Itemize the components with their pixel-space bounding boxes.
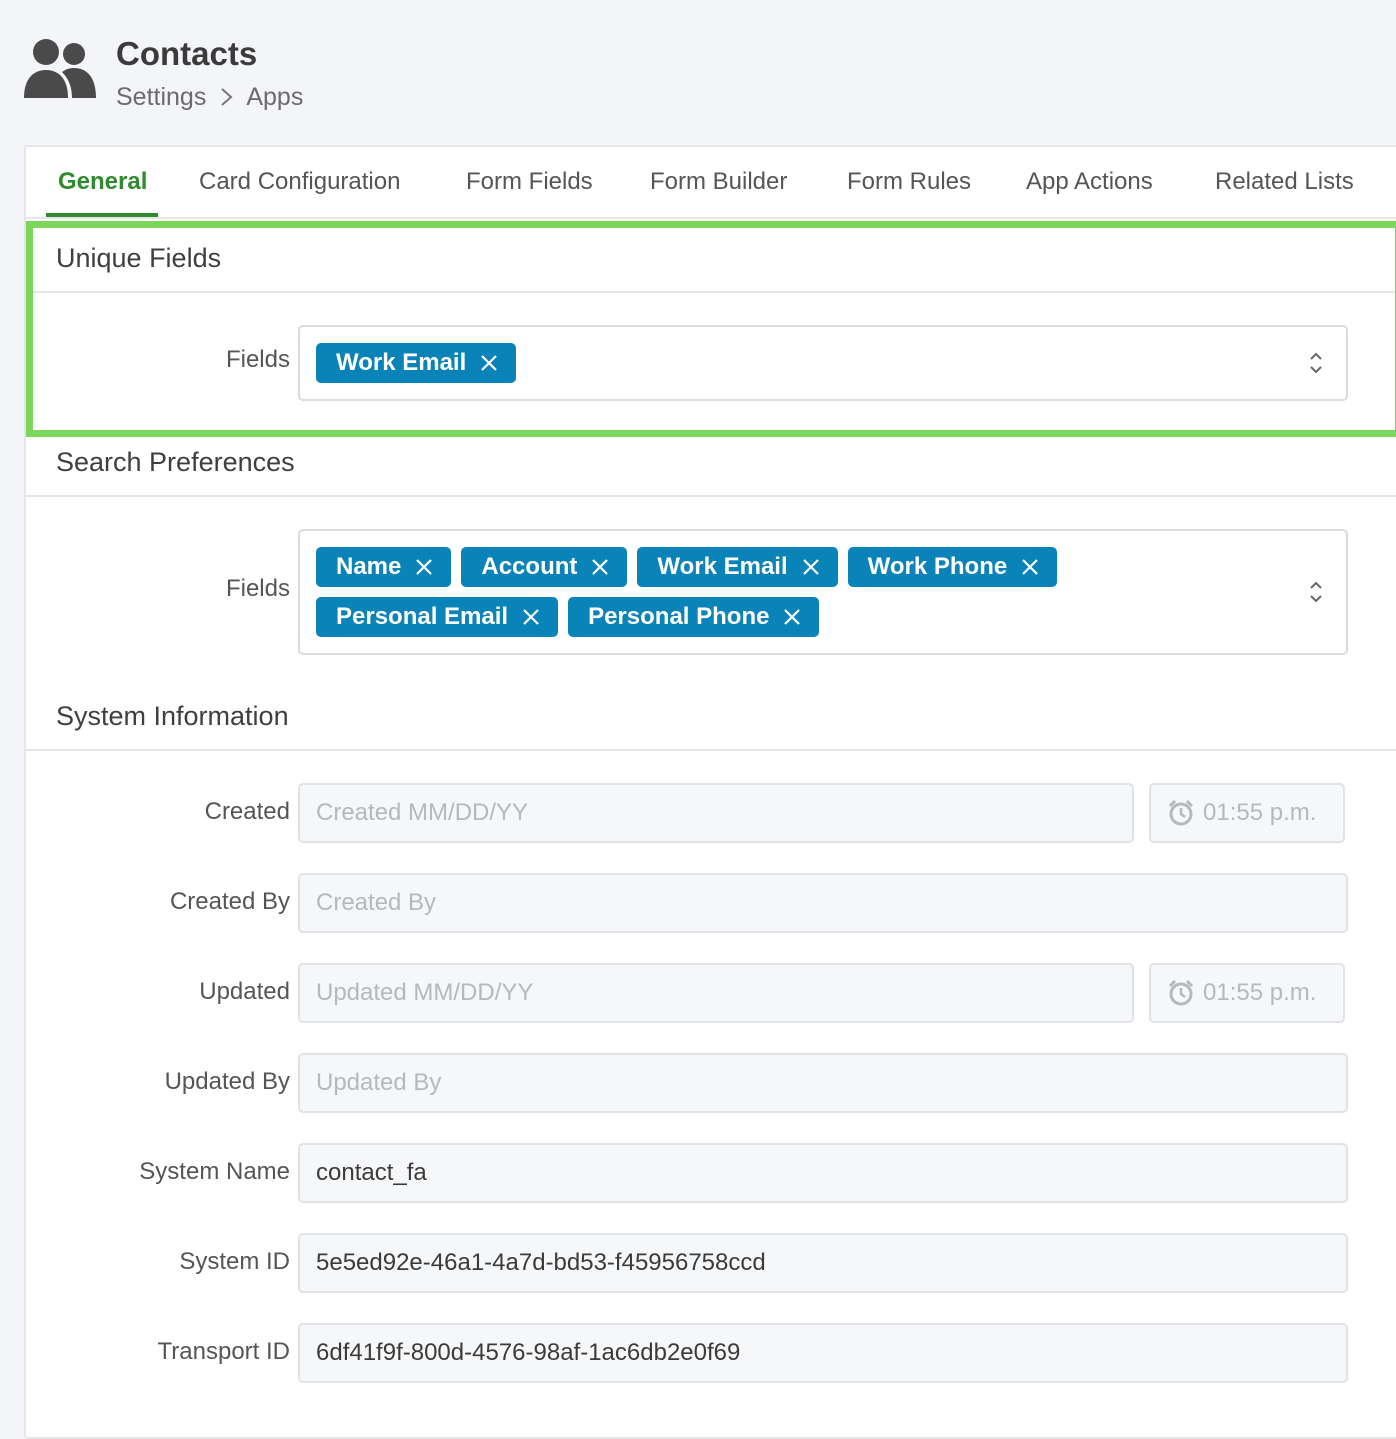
created-date-field[interactable]: Created MM/DD/YY	[298, 783, 1134, 843]
breadcrumb-settings[interactable]: Settings	[116, 82, 206, 112]
created-label: Created	[204, 798, 290, 825]
chip-label: Personal Phone	[588, 603, 770, 630]
created-time-value: 01:55 p.m.	[1203, 799, 1317, 826]
page-header: Contacts Settings Apps	[24, 34, 624, 114]
updated-time-field[interactable]: 01:55 p.m.	[1149, 963, 1345, 1023]
active-tab-indicator	[46, 213, 158, 217]
tab-app-actions[interactable]: App Actions	[1026, 167, 1153, 197]
chip-label: Account	[481, 553, 578, 580]
search-preferences-title: Search Preferences	[56, 447, 295, 477]
chip-label: Work Email	[336, 349, 467, 376]
chip-name: Name	[316, 547, 452, 587]
section-divider	[26, 495, 1396, 497]
contacts-icon	[24, 39, 96, 98]
chip-label: Personal Email	[336, 603, 509, 630]
created-time-field[interactable]: 01:55 p.m.	[1149, 783, 1345, 843]
chip-personal-phone: Personal Phone	[568, 597, 820, 637]
close-icon[interactable]	[415, 558, 433, 576]
system-name-label: System Name	[139, 1158, 290, 1185]
search-fields-label: Fields	[225, 575, 290, 602]
tab-bar: General Card Configuration Form Fields F…	[26, 147, 1396, 219]
chip-personal-email: Personal Email	[316, 597, 559, 637]
updated-date-field[interactable]: Updated MM/DD/YY	[298, 963, 1134, 1023]
system-id-field[interactable]: 5e5ed92e-46a1-4a7d-bd53-f45956758ccd	[298, 1233, 1348, 1293]
chip-label: Work Email	[657, 553, 788, 580]
breadcrumb: Settings Apps	[116, 82, 303, 112]
chip-work-email: Work Email	[316, 343, 517, 383]
system-information-title: System Information	[56, 701, 289, 731]
updown-chevron-icon[interactable]	[1308, 579, 1324, 605]
updated-by-field[interactable]: Updated By	[298, 1053, 1348, 1113]
transport-id-field[interactable]: 6df41f9f-800d-4576-98af-1ac6db2e0f69	[298, 1323, 1348, 1383]
section-divider	[26, 291, 1396, 293]
updated-time-value: 01:55 p.m.	[1203, 979, 1317, 1006]
chip-work-phone: Work Phone	[847, 547, 1058, 587]
updated-label: Updated	[199, 978, 290, 1005]
tab-general[interactable]: General	[58, 167, 147, 197]
created-by-field[interactable]: Created By	[298, 873, 1348, 933]
system-id-label: System ID	[179, 1248, 290, 1275]
close-icon[interactable]	[783, 608, 801, 626]
search-fields-chips: Name Account Work Email Work Phone Perso…	[316, 547, 1276, 637]
chip-label: Name	[336, 553, 402, 580]
settings-card: General Card Configuration Form Fields F…	[24, 145, 1396, 1439]
chip-label: Work Phone	[867, 553, 1008, 580]
section-divider	[26, 749, 1396, 751]
tab-card-configuration[interactable]: Card Configuration	[199, 167, 400, 197]
system-name-field[interactable]: contact_fa	[298, 1143, 1348, 1203]
close-icon[interactable]	[480, 354, 498, 372]
unique-fields-chips: Work Email	[316, 343, 1276, 383]
tab-related-lists[interactable]: Related Lists	[1215, 167, 1354, 197]
alarm-clock-icon	[1168, 799, 1194, 826]
unique-fields-select[interactable]: Work Email	[298, 325, 1348, 401]
alarm-clock-icon	[1168, 979, 1194, 1006]
breadcrumb-apps[interactable]: Apps	[246, 82, 303, 112]
chip-work-email: Work Email	[637, 547, 838, 587]
chip-account: Account	[461, 547, 628, 587]
close-icon[interactable]	[1021, 558, 1039, 576]
close-icon[interactable]	[802, 558, 820, 576]
tab-form-rules[interactable]: Form Rules	[847, 167, 971, 197]
search-fields-select[interactable]: Name Account Work Email Work Phone Perso…	[298, 529, 1348, 655]
unique-fields-label: Fields	[225, 346, 290, 373]
updown-chevron-icon[interactable]	[1308, 350, 1324, 376]
updated-by-label: Updated By	[164, 1068, 290, 1095]
close-icon[interactable]	[591, 558, 609, 576]
unique-fields-title: Unique Fields	[56, 243, 222, 273]
tab-form-fields[interactable]: Form Fields	[466, 167, 593, 197]
tab-form-builder[interactable]: Form Builder	[650, 167, 787, 197]
app-title: Contacts	[116, 35, 258, 72]
transport-id-label: Transport ID	[157, 1338, 290, 1365]
close-icon[interactable]	[522, 608, 540, 626]
chevron-right-icon	[221, 88, 233, 106]
created-by-label: Created By	[169, 888, 290, 915]
